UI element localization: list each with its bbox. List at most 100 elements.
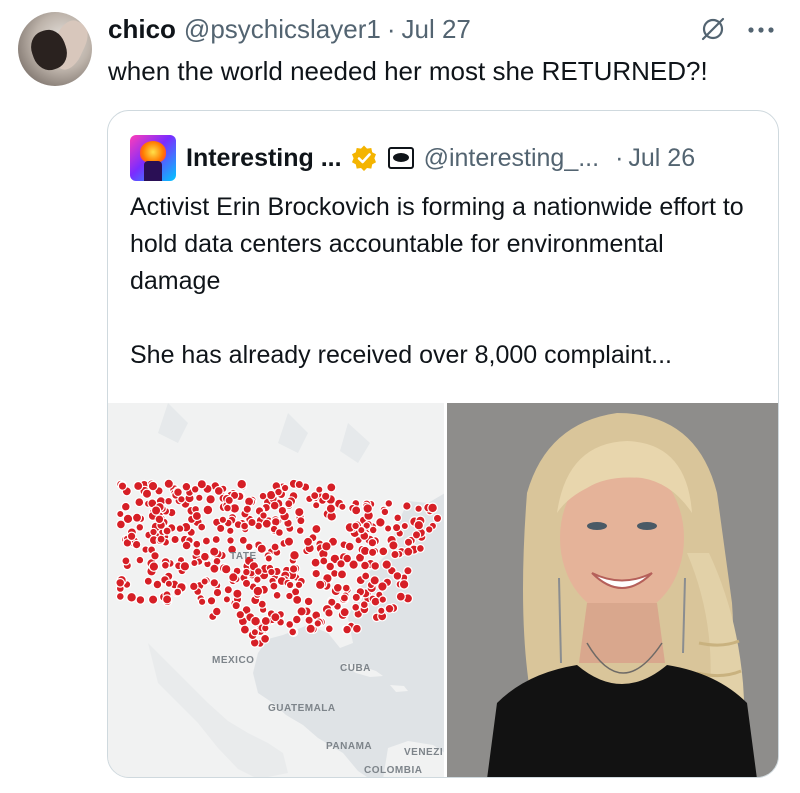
slashed-circle-icon[interactable] [698,14,728,44]
map-marker [344,541,355,552]
gold-verified-badge-icon [351,145,376,171]
map-marker [377,581,388,592]
map-marker [270,542,280,552]
map-marker [164,496,173,506]
map-marker [285,591,294,601]
author-handle[interactable]: @psychicslayer1 [184,14,381,45]
map-marker [367,547,378,558]
map-marker [211,534,221,545]
map-marker [152,579,163,590]
quoted-author-handle[interactable]: @interesting_... [424,144,599,173]
map-marker [228,572,239,583]
map-marker [240,521,250,531]
map-marker [403,546,414,557]
map-marker [135,555,145,565]
map-marker [175,524,185,533]
map-label-venezuela: VENEZI [404,747,444,758]
map-marker [294,580,304,590]
avatar-silhouette [144,161,162,181]
map-marker [131,512,143,523]
map-marker [192,539,202,549]
quoted-paragraph-2: She has already received over 8,000 comp… [130,341,672,369]
map-marker [215,523,226,534]
map-marker [208,546,220,557]
map-marker [211,606,222,617]
map-marker [274,527,284,537]
map-marker [117,481,128,491]
map-marker [341,583,351,593]
quoted-author-name[interactable]: Interesting ... [186,144,342,173]
map-marker [427,502,439,514]
map-marker [147,480,159,492]
quoted-author-avatar[interactable] [130,135,176,181]
map-label-colombia: COLOMBIA [364,765,423,776]
map-marker [116,509,125,519]
map-marker [269,581,279,591]
map-marker [339,607,350,618]
more-dots-icon[interactable] [744,14,778,44]
portrait-photo[interactable] [446,403,778,777]
map-marker [332,582,343,593]
map-marker [250,627,260,637]
tweet-date[interactable]: Jul 27 [402,14,471,45]
map-marker [179,561,191,572]
map-marker [202,504,214,516]
map-marker [390,549,400,560]
map-marker [413,519,425,531]
map-marker [161,594,173,605]
map-marker [218,515,228,525]
map-marker [351,521,361,531]
map-marker [247,517,257,528]
map-marker [378,595,388,604]
map-marker [336,569,348,580]
map-marker [135,522,145,532]
map-marker [260,633,271,644]
map-marker [192,547,202,557]
author-name[interactable]: chico [108,14,176,45]
map-marker [148,561,160,572]
map-marker [201,536,212,546]
map-marker [253,567,263,576]
map-marker [150,505,162,516]
map-marker [267,567,276,577]
map-marker [305,623,316,634]
map-marker [295,526,305,535]
map-marker [393,513,403,523]
map-marker [156,534,166,544]
map-marker [264,554,273,563]
map-marker [222,595,232,604]
map-marker [133,480,144,492]
map-marker [424,525,434,534]
quoted-tweet-card[interactable]: Interesting ... @interesting_... · Jul 2… [107,110,779,778]
map-marker [284,499,294,509]
map-marker [190,484,200,494]
map-marker [414,504,423,514]
map-marker [149,527,158,537]
map-marker [324,624,334,634]
map-marker [170,534,180,545]
data-center-map-image[interactable]: TATE MEXICO CUBA GUATEMALA PANAMA VENEZI… [108,403,444,777]
map-marker [326,482,337,493]
avatar-brain-art [140,141,166,163]
map-marker [351,592,361,603]
map-marker [285,580,295,590]
map-marker [260,615,271,627]
user-avatar[interactable] [18,12,92,86]
map-marker [235,609,246,620]
map-marker [381,559,392,570]
map-marker [162,526,172,536]
tweet-text: when the world needed her most she RETUR… [108,56,708,86]
map-marker [403,537,414,547]
affiliate-badge-icon [387,147,414,169]
quoted-tweet-date[interactable]: Jul 26 [628,144,695,173]
map-marker [311,568,321,579]
map-marker [270,612,281,623]
map-marker [120,501,131,512]
map-marker [380,507,390,517]
map-marker [250,615,262,627]
quoted-tweet-header: Interesting ... @interesting_... · Jul 2… [186,135,695,181]
map-marker [252,585,264,597]
map-marker [351,505,362,516]
map-marker [272,590,282,600]
map-marker [296,606,307,617]
